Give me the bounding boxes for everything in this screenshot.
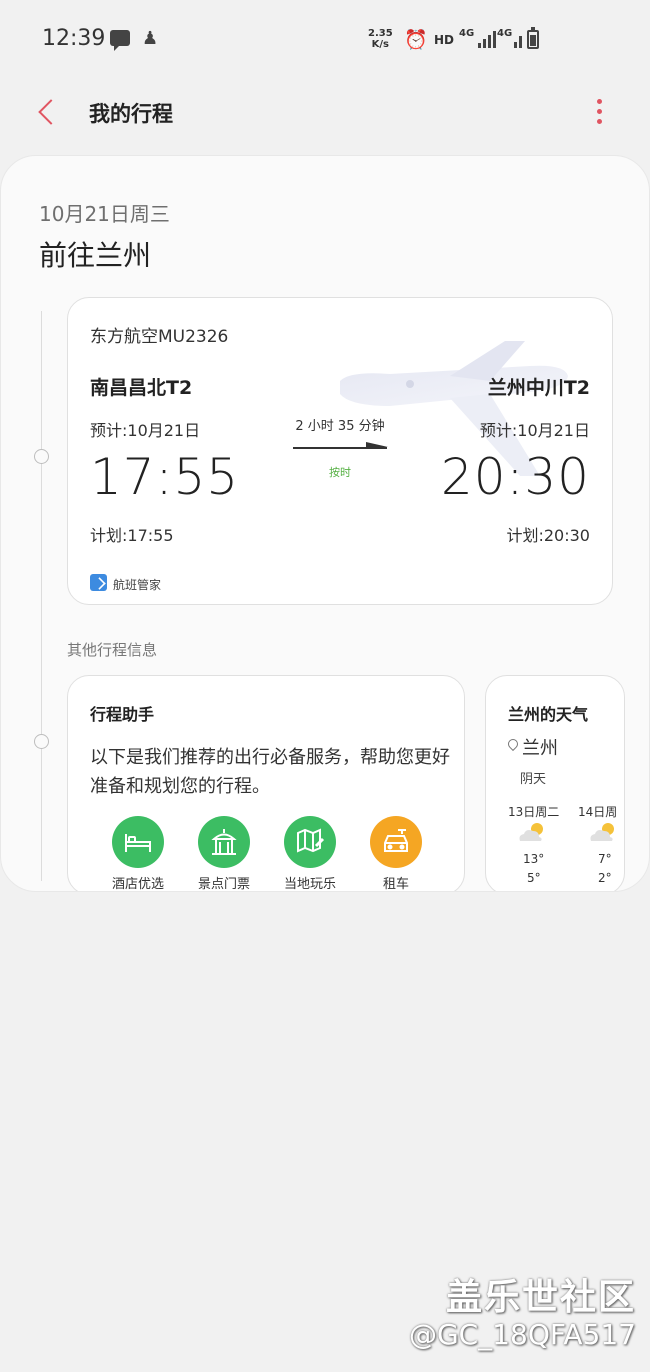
trip-destination: 前往兰州 <box>39 239 152 272</box>
hd-indicator: HD <box>434 33 455 47</box>
status-time: 12:39 <box>42 26 106 51</box>
watermark-user: @GC_18QFA517 <box>408 1318 636 1351</box>
attraction-icon <box>198 816 250 868</box>
weather-card[interactable]: 兰州的天气 兰州 阴天 13日周二 13° 5° 14日周 7° 2° <box>485 675 625 891</box>
more-options-button[interactable] <box>590 96 608 128</box>
weather-title: 兰州的天气 <box>508 705 589 724</box>
hotel-icon <box>112 816 164 868</box>
notification-app-icon: ♟ <box>142 28 159 49</box>
arrival-airport: 兰州中川T2 <box>487 377 590 399</box>
message-icon <box>110 30 130 51</box>
back-button[interactable] <box>36 96 64 128</box>
service-label: 酒店优选 <box>111 877 164 892</box>
app-bar: 我的行程 <box>0 82 650 142</box>
service-local-fun[interactable]: 当地玩乐 <box>275 816 345 892</box>
alarm-icon: ⏰ <box>404 29 428 51</box>
partly-cloudy-icon <box>519 823 543 841</box>
other-info-heading: 其他行程信息 <box>67 641 158 659</box>
map-icon <box>284 816 336 868</box>
service-label: 租车 <box>382 877 409 892</box>
flight-card[interactable]: 东方航空MU2326 南昌昌北T2 兰州中川T2 预计:10月21日 预计:10… <box>67 297 613 605</box>
assistant-description: 以下是我们推荐的出行必备服务，帮助您更好准备和规划您的行程。 <box>90 747 450 797</box>
flight-airline: 东方航空MU2326 <box>90 327 229 347</box>
signal-icon <box>514 30 522 48</box>
watermark-title: 盖乐世社区 <box>445 1277 636 1318</box>
car-icon <box>370 816 422 868</box>
service-hotel[interactable]: 酒店优选 <box>103 816 173 892</box>
network-speed: 2.35 K/s <box>368 28 393 50</box>
forecast-low: 5° <box>527 871 541 885</box>
service-label: 景点门票 <box>197 877 250 892</box>
sim2-network-type: 4G <box>497 28 513 39</box>
sim1-network-type: 4G <box>459 28 475 39</box>
status-bar: 12:39 ♟ 2.35 K/s ⏰ HD 4G 4G <box>0 0 650 80</box>
arrival-planned-time: 计划:20:30 <box>506 526 590 545</box>
timeline-dot <box>34 449 49 464</box>
trip-assistant-card[interactable]: 行程助手 以下是我们推荐的出行必备服务，帮助您更好准备和规划您的行程。 酒店优选… <box>67 675 465 892</box>
forecast-low: 2° <box>598 871 612 885</box>
forecast-high: 7° <box>598 852 612 866</box>
departure-time: 17:55 <box>90 448 240 506</box>
page-title: 我的行程 <box>89 102 173 126</box>
service-label: 当地玩乐 <box>283 877 336 892</box>
forecast-day: 14日周 <box>578 805 618 819</box>
forecast-high: 13° <box>523 852 545 866</box>
arrow-right-icon <box>293 442 388 449</box>
timeline-dot <box>34 734 49 749</box>
signal-icon <box>478 30 496 48</box>
data-source-label: 航班管家 <box>113 578 162 592</box>
network-speed-value: 2.35 <box>368 28 393 39</box>
network-speed-unit: K/s <box>371 39 390 50</box>
flight-status: 按时 <box>329 466 351 479</box>
arrival-date: 预计:10月21日 <box>479 421 590 440</box>
timeline-line <box>41 311 42 881</box>
flight-duration: 2 小时 35 分钟 <box>295 419 385 434</box>
departure-airport: 南昌昌北T2 <box>90 377 193 399</box>
weather-city: 兰州 <box>522 738 558 759</box>
arrival-time: 20:30 <box>440 448 590 506</box>
weather-condition: 阴天 <box>520 772 547 787</box>
flight-app-icon <box>90 574 107 591</box>
location-pin-icon <box>505 736 521 752</box>
service-attraction[interactable]: 景点门票 <box>189 816 259 892</box>
forecast-day: 13日周二 <box>508 805 560 819</box>
trip-sheet: 10月21日周三 前往兰州 东方航空MU2326 南昌昌北T2 兰州中川T2 预… <box>0 155 650 892</box>
partly-cloudy-icon <box>590 823 614 841</box>
assistant-title: 行程助手 <box>90 705 155 724</box>
departure-date: 预计:10月21日 <box>90 421 201 440</box>
trip-date: 10月21日周三 <box>39 202 170 226</box>
service-car-rental[interactable]: 租车 <box>361 816 431 892</box>
battery-icon <box>527 27 539 49</box>
departure-planned-time: 计划:17:55 <box>90 526 174 545</box>
